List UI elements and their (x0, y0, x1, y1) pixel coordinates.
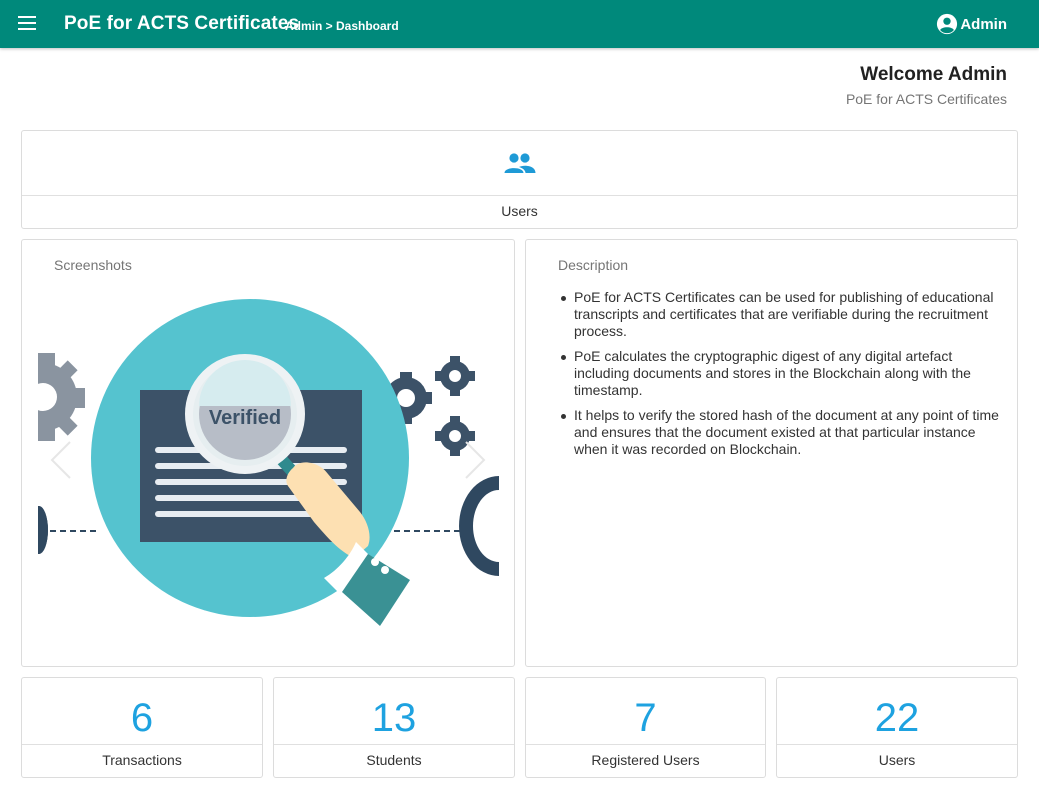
user-menu-button[interactable]: Admin (936, 13, 1007, 35)
stat-label: Transactions (102, 752, 182, 768)
users-card-label: Users (501, 203, 538, 219)
verified-certificate-illustration: Verified (38, 299, 499, 626)
stat-value: 22 (777, 678, 1017, 745)
stat-value: 7 (526, 678, 765, 745)
description-list: PoE for ACTS Certificates can be used fo… (558, 289, 1006, 466)
users-card[interactable]: Users (21, 130, 1018, 229)
screenshots-heading: Screenshots (54, 257, 132, 273)
welcome-subtitle: PoE for ACTS Certificates (845, 91, 1007, 107)
stat-card-students[interactable]: 13 Students (273, 677, 515, 778)
list-item: PoE calculates the cryptographic digest … (558, 348, 1006, 399)
stat-label: Users (878, 752, 916, 768)
stat-label: Students (366, 752, 422, 768)
user-name: Admin (960, 15, 1007, 33)
chevron-left-icon[interactable] (48, 440, 78, 480)
account-circle-icon (937, 13, 958, 35)
breadcrumb: Admin > Dashboard (285, 19, 399, 33)
users-card-icon-area (22, 131, 1017, 196)
screenshot-carousel[interactable]: Verified (38, 290, 499, 630)
stat-value: 13 (274, 678, 514, 745)
screenshots-card: Screenshots Verified (21, 239, 515, 667)
menu-icon[interactable] (18, 16, 38, 32)
top-app-bar: PoE for ACTS Certificates Admin > Dashbo… (0, 0, 1039, 48)
stat-card-users[interactable]: 22 Users (776, 677, 1018, 778)
stat-label: Registered Users (591, 752, 700, 768)
slide-verified-text: Verified (209, 407, 281, 429)
people-icon (504, 153, 535, 173)
stat-card-registered-users[interactable]: 7 Registered Users (525, 677, 766, 778)
welcome-title: Welcome Admin (860, 64, 1007, 85)
stat-value: 6 (22, 678, 262, 745)
list-item: PoE for ACTS Certificates can be used fo… (558, 289, 1006, 340)
description-heading: Description (558, 257, 629, 273)
chevron-right-icon[interactable] (458, 440, 488, 480)
description-card: Description PoE for ACTS Certificates ca… (525, 239, 1018, 667)
welcome-block: Welcome Admin PoE for ACTS Certificates (846, 64, 1007, 107)
list-item: It helps to verify the stored hash of th… (558, 407, 1006, 458)
app-title[interactable]: PoE for ACTS Certificates (64, 13, 299, 35)
stat-card-transactions[interactable]: 6 Transactions (21, 677, 263, 778)
